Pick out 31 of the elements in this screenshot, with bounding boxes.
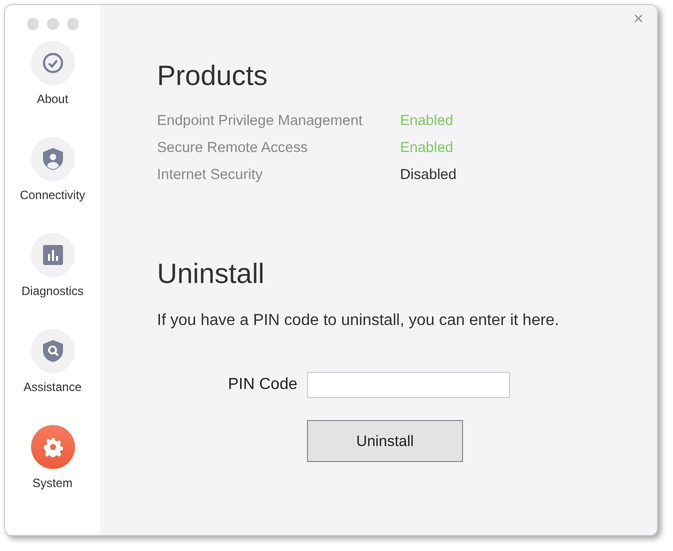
product-name: Internet Security	[157, 166, 264, 182]
nav-label: Assistance	[23, 380, 82, 394]
nav-button[interactable]	[30, 329, 74, 373]
window-control-dot[interactable]	[26, 18, 38, 30]
nav-button[interactable]	[30, 233, 74, 277]
section-title: Products	[157, 60, 268, 92]
product-status: Disabled	[400, 166, 456, 182]
pin-label: PIN Code	[228, 376, 298, 394]
nav-button[interactable]	[30, 425, 74, 469]
shield-search-icon	[42, 340, 62, 362]
nav-label: About	[36, 92, 68, 106]
window-control-dot[interactable]	[46, 18, 58, 30]
nav-label: System	[32, 476, 72, 490]
pin-input-field[interactable]	[307, 372, 510, 398]
bar-chart-icon	[42, 245, 62, 265]
shield-user-icon	[42, 148, 62, 170]
section-title: Uninstall	[157, 258, 266, 290]
window-control-dot[interactable]	[66, 18, 78, 30]
nav-label: Connectivity	[20, 188, 86, 202]
nav-label: Diagnostics	[21, 284, 84, 298]
description-text: If you have a PIN code to uninstall, you can enter it here.	[157, 312, 560, 330]
nav-button[interactable]	[30, 41, 74, 85]
check-circle-icon	[42, 52, 64, 74]
uninstall-button[interactable]: Uninstall	[307, 420, 463, 462]
product-name: Secure Remote Access	[157, 140, 309, 156]
gear-icon	[42, 437, 62, 457]
product-status: Enabled	[400, 140, 454, 156]
product-status: Enabled	[400, 112, 454, 128]
product-name: Endpoint Privilege Management	[157, 112, 364, 128]
nav-button[interactable]	[30, 137, 74, 181]
close-icon[interactable]	[634, 14, 643, 23]
